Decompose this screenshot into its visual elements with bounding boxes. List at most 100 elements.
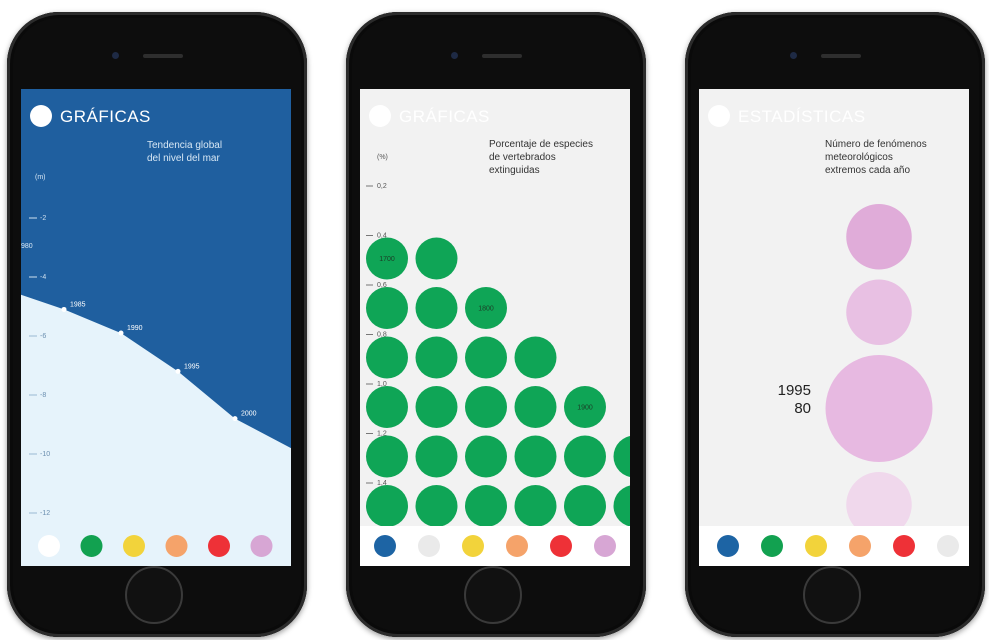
nav-orange-dot[interactable] (506, 535, 528, 557)
species-dot[interactable] (514, 386, 557, 428)
weather-bubble[interactable] (846, 279, 912, 346)
nav-blue-dot[interactable] (717, 535, 739, 557)
chart-title-line-2: de vertebrados (489, 152, 556, 163)
chart-title-line-1: Número de fenómenos (825, 139, 927, 150)
y-tick-label: -12 (40, 510, 50, 517)
species-dot[interactable] (514, 485, 557, 527)
highlight-year: 1995 (778, 382, 811, 399)
chart-title-line-3: extinguidas (489, 165, 540, 176)
weather-bubble[interactable] (825, 355, 933, 462)
year-label: 1985 (70, 301, 86, 308)
camera-icon (112, 52, 119, 59)
chart-title-line-1: Porcentaje de especies (489, 139, 593, 150)
highlight-value: 80 (794, 400, 811, 417)
nav-orange-dot[interactable] (849, 535, 871, 557)
sea-level-chart: GRÁFICAS Tendencia global del nivel del … (21, 89, 291, 566)
phone-3: ESTADÍSTICAS Número de fenómenos meteoro… (685, 12, 985, 637)
page-title: ESTADÍSTICAS (738, 107, 866, 126)
nav-lilac-dot[interactable] (250, 535, 273, 557)
species-dot[interactable] (465, 435, 507, 478)
data-point[interactable] (232, 416, 238, 422)
home-button[interactable] (803, 566, 861, 624)
extreme-weather-chart: ESTADÍSTICAS Número de fenómenos meteoro… (699, 89, 969, 566)
year-label: 1995 (184, 363, 200, 370)
phone-2: GRÁFICAS Porcentaje de especies de verte… (346, 12, 646, 637)
app-logo-icon[interactable] (30, 105, 52, 127)
species-dot[interactable] (366, 336, 408, 379)
y-tick-label: 1,2 (377, 431, 387, 438)
speaker-grille (482, 54, 522, 58)
screen-sea-level: GRÁFICAS Tendencia global del nivel del … (21, 89, 291, 566)
species-dot[interactable] (564, 485, 606, 527)
species-dot[interactable] (366, 435, 408, 478)
species-dot[interactable] (514, 336, 557, 379)
home-button[interactable] (464, 566, 522, 624)
camera-icon (790, 52, 797, 59)
y-tick-label: -4 (40, 274, 46, 281)
species-dot[interactable] (415, 386, 458, 428)
species-dot[interactable] (415, 485, 458, 527)
species-dot[interactable] (514, 435, 557, 478)
edge-year-label: 980 (21, 243, 33, 250)
nav-red-dot[interactable] (208, 535, 230, 557)
dot-year-label: 1900 (577, 405, 593, 412)
nav-white-dot[interactable] (38, 535, 60, 557)
data-point[interactable] (61, 306, 67, 312)
home-button[interactable] (125, 566, 183, 624)
chart-title-line-2: meteorológicos (825, 152, 893, 163)
speaker-grille (821, 54, 861, 58)
species-dot[interactable] (415, 336, 458, 379)
nav-yellow-dot[interactable] (462, 535, 484, 557)
weather-bubble[interactable] (846, 204, 912, 270)
speaker-grille (143, 54, 183, 58)
dot-year-label: 1700 (379, 256, 395, 263)
y-tick-label: -2 (40, 215, 46, 222)
screen-extinct-species: GRÁFICAS Porcentaje de especies de verte… (360, 89, 630, 566)
y-tick-label: 0,8 (377, 332, 387, 339)
nav-red-dot[interactable] (550, 535, 572, 557)
y-tick-label: 1,0 (377, 381, 387, 388)
y-tick-label: 0,6 (377, 282, 387, 289)
y-tick-label: -10 (40, 451, 50, 458)
species-dot[interactable] (465, 485, 507, 527)
y-unit-label: (%) (377, 154, 388, 161)
data-point[interactable] (118, 330, 124, 336)
app-logo-icon[interactable] (708, 105, 730, 127)
species-dot[interactable] (415, 287, 458, 329)
nav-gray-dot[interactable] (418, 535, 440, 557)
nav-green-dot[interactable] (761, 535, 783, 557)
species-dot[interactable] (366, 287, 408, 329)
species-dot[interactable] (415, 435, 458, 478)
nav-bar (699, 526, 969, 566)
chart-title-line-1: Tendencia global (147, 140, 222, 151)
nav-green-dot[interactable] (80, 535, 103, 557)
page-title: GRÁFICAS (399, 107, 490, 126)
y-tick-label: 0,4 (377, 233, 387, 240)
species-dot[interactable] (415, 237, 458, 280)
app-logo-icon[interactable] (369, 105, 391, 127)
y-unit-label: (m) (35, 174, 46, 181)
nav-orange-dot[interactable] (165, 535, 188, 557)
species-dot[interactable] (465, 336, 507, 379)
y-tick-label: 0,2 (377, 183, 387, 190)
chart-title-line-2: del nivel del mar (147, 153, 220, 164)
page-title: GRÁFICAS (60, 107, 151, 126)
species-dot[interactable] (366, 386, 408, 428)
y-tick-label: 1,4 (377, 480, 387, 487)
phone-1: GRÁFICAS Tendencia global del nivel del … (7, 12, 307, 637)
nav-yellow-dot[interactable] (123, 535, 145, 557)
species-dot[interactable] (465, 386, 507, 428)
nav-gray-dot[interactable] (937, 535, 959, 557)
dot-year-label: 1800 (478, 306, 494, 313)
nav-yellow-dot[interactable] (805, 535, 827, 557)
nav-lilac-dot[interactable] (594, 535, 616, 557)
nav-red-dot[interactable] (893, 535, 915, 557)
extinct-species-chart: GRÁFICAS Porcentaje de especies de verte… (360, 89, 630, 566)
year-label: 1990 (127, 325, 143, 332)
species-dot[interactable] (366, 485, 408, 527)
nav-blue-dot[interactable] (374, 535, 396, 557)
chart-title-line-3: extremos cada año (825, 165, 910, 176)
year-label: 2000 (241, 411, 257, 418)
data-point[interactable] (175, 368, 181, 374)
species-dot[interactable] (564, 435, 606, 478)
